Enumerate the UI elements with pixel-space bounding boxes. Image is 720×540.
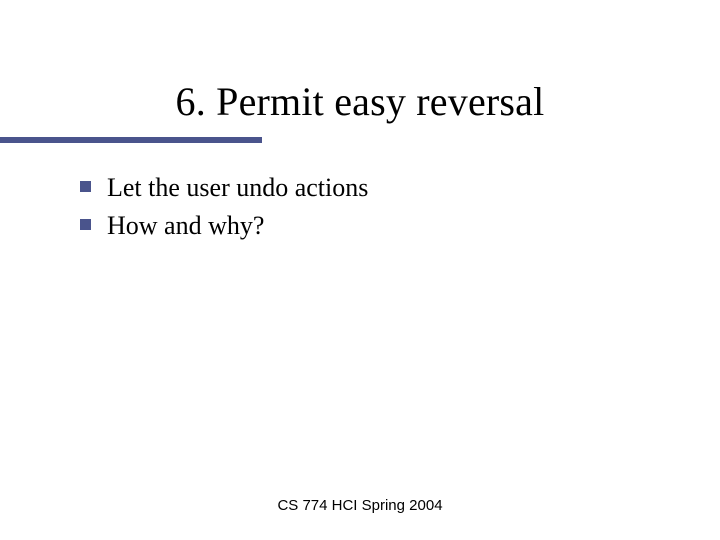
bullet-text: Let the user undo actions — [107, 171, 368, 205]
bullet-text: How and why? — [107, 209, 264, 243]
body-area: Let the user undo actions How and why? — [0, 143, 720, 243]
slide: 6. Permit easy reversal Let the user und… — [0, 0, 720, 540]
bullet-icon — [80, 181, 91, 192]
title-area: 6. Permit easy reversal — [0, 0, 720, 143]
list-item: How and why? — [80, 209, 660, 243]
footer-text: CS 774 HCI Spring 2004 — [0, 497, 720, 514]
list-item: Let the user undo actions — [80, 171, 660, 205]
slide-title: 6. Permit easy reversal — [0, 78, 720, 125]
bullet-icon — [80, 219, 91, 230]
